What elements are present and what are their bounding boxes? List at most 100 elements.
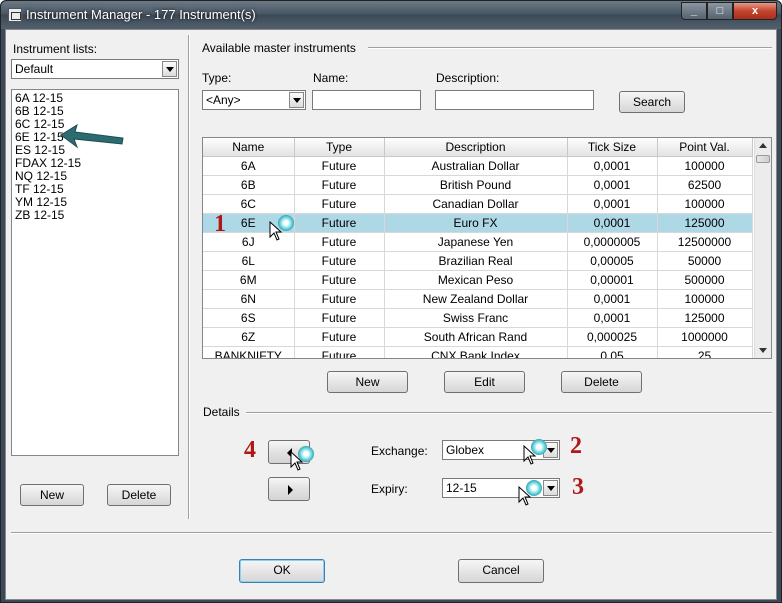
grid-vertical-scrollbar[interactable] (754, 138, 771, 358)
maximize-button[interactable]: □ (707, 2, 733, 20)
step-number-1: 1 (214, 211, 226, 237)
name-label: Name: (313, 71, 349, 85)
description-label: Description: (436, 71, 500, 85)
mouse-cursor-icon (290, 451, 304, 471)
table-row[interactable]: 6B Future British Pound 0,0001 62500 (203, 175, 753, 195)
panel-separator (188, 35, 190, 519)
cell-tick-size: 0,05 (567, 346, 658, 358)
cell-tick-size: 0,0001 (567, 213, 658, 233)
cancel-button[interactable]: Cancel (458, 559, 544, 583)
window-client-area: Instrument lists: Default 6A 12-15 6B 12… (5, 29, 777, 600)
instruments-table: Name Type Description Tick Size Point Va… (203, 138, 753, 358)
name-input[interactable] (312, 90, 421, 110)
list-item[interactable]: ZB 12-15 (15, 209, 64, 222)
column-header-point-value[interactable]: Point Val. (657, 138, 753, 157)
table-row[interactable]: 6S Future Swiss Franc 0,0001 125000 (203, 308, 753, 328)
table-row[interactable]: 6J Future Japanese Yen 0,0000005 12500000 (203, 232, 753, 252)
expiry-select[interactable]: 12-15 (442, 478, 560, 498)
cell-tick-size: 0,0001 (567, 175, 658, 195)
cell-point-value: 100000 (657, 156, 753, 176)
table-row[interactable]: 6N Future New Zealand Dollar 0,0001 100000 (203, 289, 753, 309)
cell-name: BANKNIFTY (203, 346, 295, 358)
column-header-type[interactable]: Type (294, 138, 385, 157)
cell-type: Future (294, 251, 385, 271)
step-number-4: 4 (244, 437, 256, 463)
chevron-down-icon[interactable] (162, 61, 177, 77)
cell-point-value: 100000 (657, 289, 753, 309)
table-row[interactable]: 6C Future Canadian Dollar 0,0001 100000 (203, 194, 753, 214)
scroll-up-icon[interactable] (759, 143, 767, 148)
description-input[interactable] (435, 90, 594, 110)
mouse-cursor-icon (518, 486, 532, 506)
cell-point-value: 125000 (657, 308, 753, 328)
cell-name: 6B (203, 175, 295, 195)
section-divider (368, 47, 772, 49)
expiry-label: Expiry: (371, 482, 408, 496)
new-list-button[interactable]: New (20, 484, 84, 506)
column-header-tick-size[interactable]: Tick Size (567, 138, 658, 157)
step-number-2: 2 (570, 433, 582, 459)
cell-point-value: 500000 (657, 270, 753, 290)
table-row[interactable]: 6A Future Australian Dollar 0,0001 100000 (203, 156, 753, 176)
cell-type: Future (294, 346, 385, 358)
type-select-value: <Any> (206, 93, 241, 107)
edit-instrument-button[interactable]: Edit (444, 371, 525, 393)
instrument-list-value: Default (15, 62, 54, 76)
step-number-3: 3 (572, 474, 584, 500)
cell-description: Mexican Peso (384, 270, 568, 290)
cell-description: Australian Dollar (384, 156, 568, 176)
instrument-list-select[interactable]: Default (11, 59, 179, 79)
type-select[interactable]: <Any> (202, 90, 306, 110)
app-window-icon (8, 8, 22, 22)
cell-point-value: 12500000 (657, 232, 753, 252)
table-row[interactable]: 6M Future Mexican Peso 0,00001 500000 (203, 270, 753, 290)
new-instrument-button[interactable]: New (327, 371, 408, 393)
title-bar[interactable]: Instrument Manager - 177 Instrument(s) _… (1, 1, 781, 29)
cell-name: 6A (203, 156, 295, 176)
cell-point-value: 62500 (657, 175, 753, 195)
cell-type: Future (294, 175, 385, 195)
cell-type: Future (294, 289, 385, 309)
ok-button[interactable]: OK (239, 559, 325, 583)
cell-name: 6S (203, 308, 295, 328)
chevron-down-icon[interactable] (543, 480, 558, 496)
chevron-down-icon[interactable] (289, 92, 304, 108)
exchange-select-value: Globex (446, 443, 485, 457)
cell-name: 6Z (203, 327, 295, 347)
mouse-cursor-icon (523, 445, 537, 465)
table-row[interactable]: BANKNIFTY Future CNX Bank Index 0,05 25 (203, 346, 753, 358)
cell-type: Future (294, 213, 385, 233)
master-instruments-grid[interactable]: Name Type Description Tick Size Point Va… (202, 137, 772, 359)
scroll-thumb[interactable] (756, 155, 770, 163)
window-title: Instrument Manager - 177 Instrument(s) (26, 7, 256, 22)
cell-point-value: 25 (657, 346, 753, 358)
cell-type: Future (294, 327, 385, 347)
table-row[interactable]: 6L Future Brazilian Real 0,00005 50000 (203, 251, 753, 271)
close-button[interactable]: x (733, 2, 777, 20)
details-section-label: Details (203, 405, 240, 419)
cell-name: 6N (203, 289, 295, 309)
delete-instrument-button[interactable]: Delete (561, 371, 642, 393)
mouse-cursor-icon (269, 221, 283, 241)
table-row[interactable]: 6Z Future South African Rand 0,000025 100000… (203, 327, 753, 347)
cell-name: 6M (203, 270, 295, 290)
scroll-down-icon[interactable] (759, 348, 767, 353)
instrument-manager-window: Instrument Manager - 177 Instrument(s) _… (0, 0, 782, 603)
footer-divider (11, 532, 772, 534)
cell-tick-size: 0,0000005 (567, 232, 658, 252)
delete-list-button[interactable]: Delete (107, 484, 171, 506)
minimize-button[interactable]: _ (681, 2, 707, 20)
search-button[interactable]: Search (619, 91, 685, 113)
remove-from-list-button[interactable] (268, 477, 310, 501)
cell-tick-size: 0,0001 (567, 156, 658, 176)
cell-tick-size: 0,00001 (567, 270, 658, 290)
column-header-description[interactable]: Description (384, 138, 568, 157)
cell-type: Future (294, 156, 385, 176)
arrow-right-icon (288, 485, 293, 495)
cell-point-value: 50000 (657, 251, 753, 271)
cell-type: Future (294, 194, 385, 214)
exchange-label: Exchange: (371, 444, 428, 458)
cell-tick-size: 0,0001 (567, 308, 658, 328)
cell-tick-size: 0,0001 (567, 289, 658, 309)
column-header-name[interactable]: Name (203, 138, 295, 157)
